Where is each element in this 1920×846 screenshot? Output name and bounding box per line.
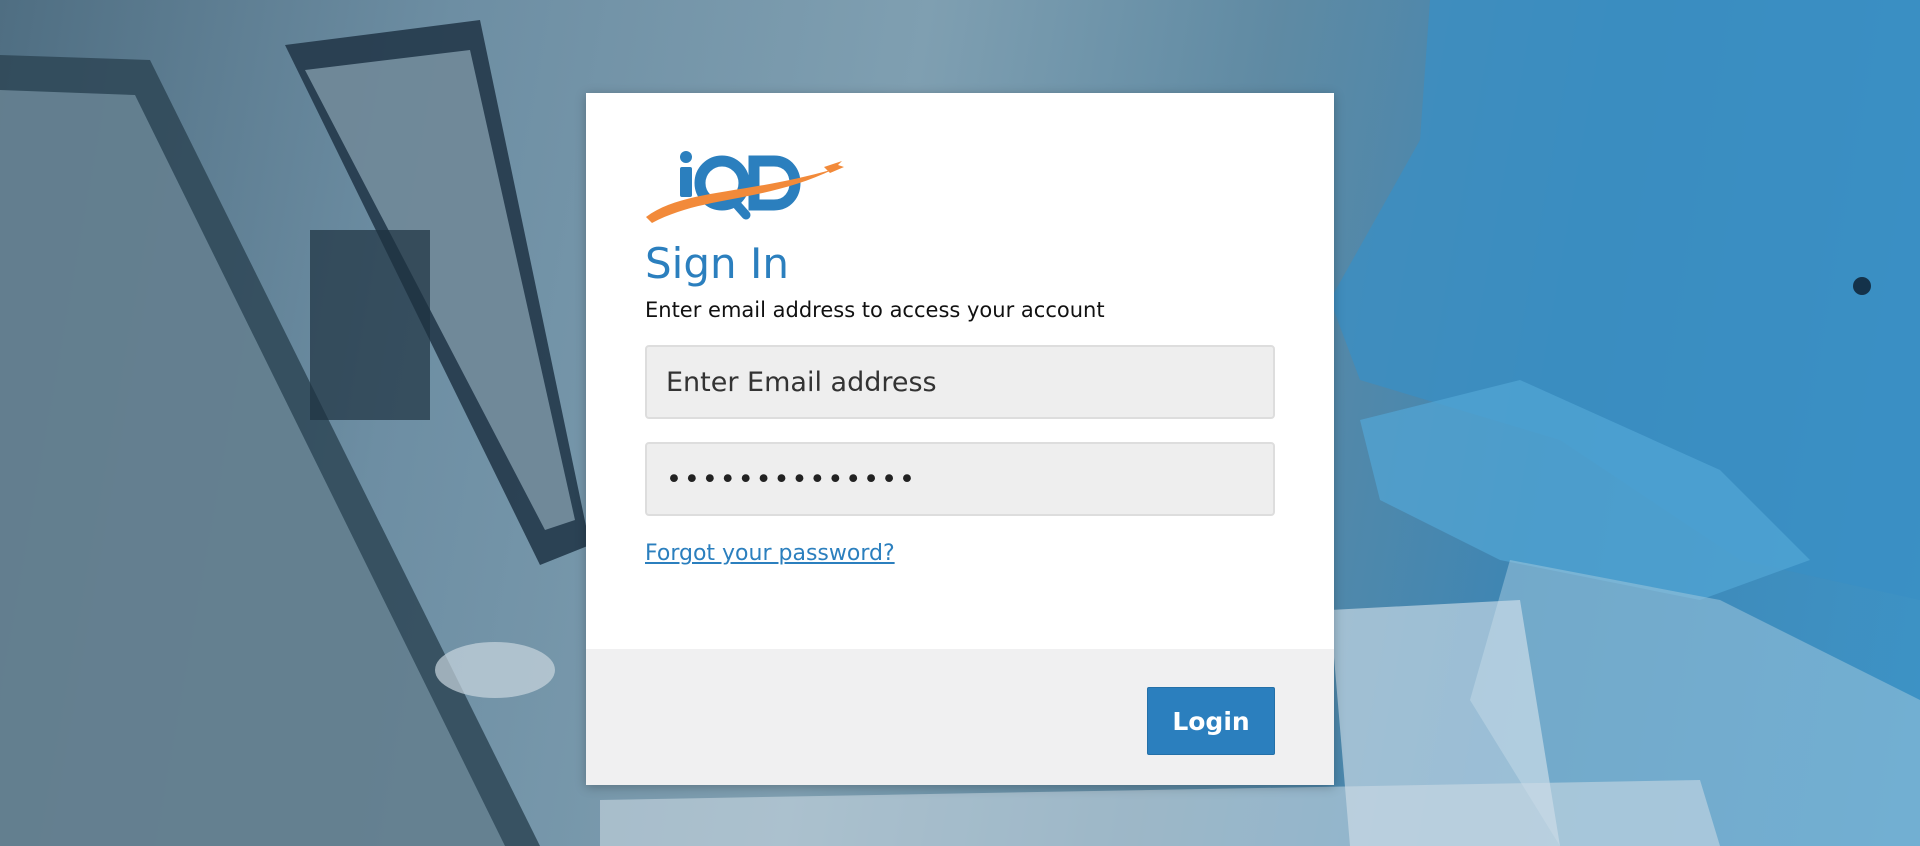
forgot-password-link[interactable]: Forgot your password? <box>645 541 895 566</box>
login-button[interactable]: Login <box>1147 687 1275 755</box>
page-title: Sign In <box>645 239 789 288</box>
email-field[interactable] <box>645 345 1275 419</box>
password-field[interactable] <box>645 442 1275 516</box>
signin-card-footer: Login <box>586 649 1334 785</box>
page-subtitle: Enter email address to access your accou… <box>645 298 1105 322</box>
signin-card: Sign In Enter email address to access yo… <box>586 93 1334 785</box>
iqd-logo <box>646 151 844 223</box>
signin-card-body: Sign In Enter email address to access yo… <box>586 93 1334 649</box>
